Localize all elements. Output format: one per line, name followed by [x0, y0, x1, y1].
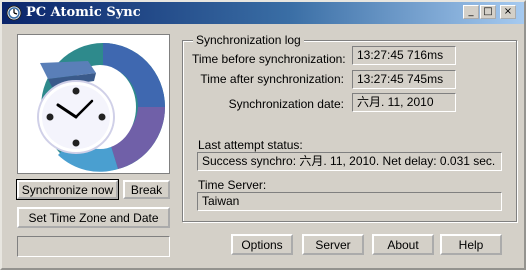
clock-illustration	[37, 43, 165, 172]
window-title: PC Atomic Sync	[26, 5, 141, 20]
atomic-clock-icon	[6, 5, 22, 21]
time-server-field: Taiwan	[197, 192, 502, 211]
close-button[interactable]: ×	[500, 5, 516, 19]
title-bar[interactable]: PC Atomic Sync _ □ ×	[2, 2, 524, 24]
help-button[interactable]: Help	[440, 234, 502, 255]
synchronize-now-button[interactable]: Synchronize now	[16, 179, 119, 200]
time-before-label: Time before synchronization:	[192, 52, 346, 66]
maximize-button[interactable]: □	[480, 5, 496, 19]
main-window: PC Atomic Sync _ □ × Synchronize now Bre…	[0, 0, 526, 270]
last-attempt-status-label: Last attempt status:	[198, 138, 303, 152]
progress-status-field	[17, 236, 170, 257]
options-button[interactable]: Options	[231, 234, 293, 255]
time-server-label: Time Server:	[198, 178, 267, 192]
last-attempt-status-field: Success synchro: 六月. 11, 2010. Net delay…	[197, 152, 502, 171]
time-after-field: 13:27:45 745ms	[352, 70, 456, 89]
break-button[interactable]: Break	[123, 180, 170, 199]
time-after-label: Time after synchronization:	[200, 72, 344, 86]
sync-date-field: 六月. 11, 2010	[352, 93, 456, 112]
minimize-button[interactable]: _	[463, 5, 479, 19]
synchronization-log-legend: Synchronization log	[193, 33, 304, 47]
server-button[interactable]: Server	[302, 234, 364, 255]
time-before-field: 13:27:45 716ms	[352, 46, 456, 65]
sync-date-label: Synchronization date:	[228, 97, 344, 111]
about-button[interactable]: About	[372, 234, 434, 255]
set-time-zone-button[interactable]: Set Time Zone and Date	[17, 207, 170, 228]
clock-illustration-panel	[17, 34, 170, 174]
